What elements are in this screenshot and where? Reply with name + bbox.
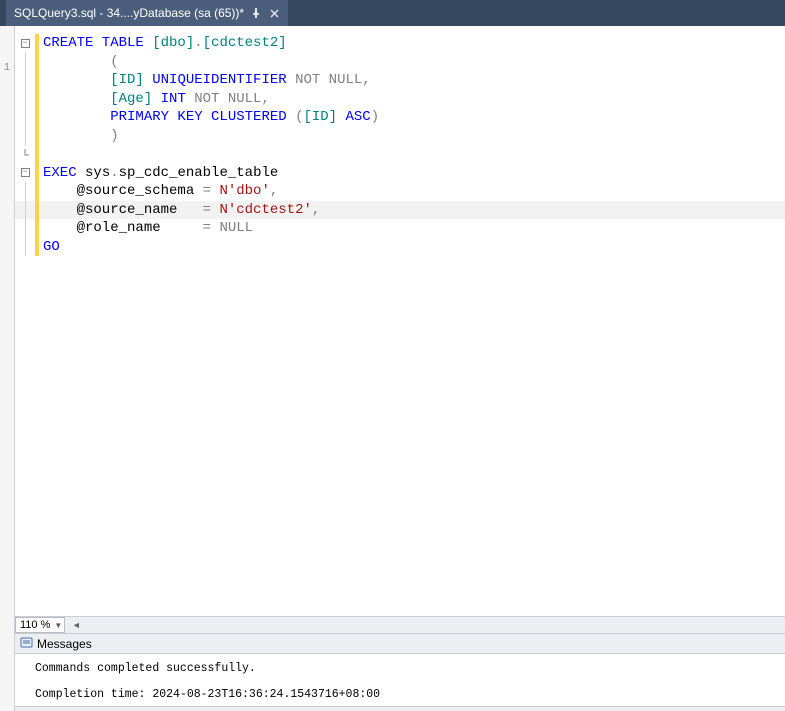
- code-line[interactable]: @role_name = NULL: [15, 219, 785, 238]
- gutter-marker: 1: [4, 62, 10, 73]
- code-line[interactable]: (: [15, 53, 785, 72]
- status-strip: [15, 706, 785, 711]
- code-text: EXEC sys.sp_cdc_enable_table: [39, 164, 278, 183]
- zoom-select[interactable]: 110 % ▼: [15, 617, 65, 633]
- code-text: ): [39, 127, 119, 146]
- fold-gutter[interactable]: [15, 71, 35, 90]
- code-text: [Age] INT NOT NULL,: [39, 90, 270, 109]
- code-line[interactable]: [Age] INT NOT NULL,: [15, 90, 785, 109]
- code-text: @source_schema = N'dbo',: [39, 182, 278, 201]
- code-text: @source_name = N'cdctest2',: [39, 201, 320, 220]
- fold-gutter[interactable]: [15, 149, 35, 159]
- messages-tab[interactable]: Messages: [15, 634, 785, 654]
- modification-indicator: [35, 145, 39, 164]
- chevron-down-icon: ▼: [54, 621, 62, 630]
- zoom-bar: 110 % ▼ ◄: [15, 616, 785, 634]
- code-line[interactable]: ): [15, 127, 785, 146]
- code-line[interactable]: GO: [15, 238, 785, 257]
- code-text: GO: [39, 238, 60, 257]
- code-line[interactable]: @source_schema = N'dbo',: [15, 182, 785, 201]
- code-line[interactable]: −EXEC sys.sp_cdc_enable_table: [15, 164, 785, 183]
- messages-tab-label: Messages: [37, 637, 92, 651]
- code-text: (: [39, 53, 119, 72]
- tab-title: SQLQuery3.sql - 34....yDatabase (sa (65)…: [14, 6, 244, 20]
- code-text: [ID] UNIQUEIDENTIFIER NOT NULL,: [39, 71, 371, 90]
- zoom-value: 110 %: [20, 619, 50, 631]
- editor-tab[interactable]: SQLQuery3.sql - 34....yDatabase (sa (65)…: [6, 0, 288, 26]
- code-text: @role_name = NULL: [39, 219, 253, 238]
- code-line[interactable]: [ID] UNIQUEIDENTIFIER NOT NULL,: [15, 71, 785, 90]
- fold-gutter[interactable]: [15, 126, 35, 145]
- code-line[interactable]: [15, 145, 785, 164]
- code-text: CREATE TABLE [dbo].[cdctest2]: [39, 34, 287, 53]
- message-line: Completion time: 2024-08-23T16:36:24.154…: [35, 686, 785, 704]
- scroll-left-icon[interactable]: ◄: [69, 618, 83, 632]
- fold-gutter[interactable]: −: [15, 168, 35, 177]
- fold-gutter[interactable]: [15, 200, 35, 219]
- tab-bar: SQLQuery3.sql - 34....yDatabase (sa (65)…: [0, 0, 785, 26]
- close-icon[interactable]: [268, 7, 280, 19]
- fold-gutter[interactable]: −: [15, 39, 35, 48]
- code-line[interactable]: −CREATE TABLE [dbo].[cdctest2]: [15, 34, 785, 53]
- fold-gutter[interactable]: [15, 108, 35, 127]
- fold-toggle-icon[interactable]: −: [21, 39, 30, 48]
- breakpoint-gutter[interactable]: 1: [0, 26, 15, 711]
- code-text: PRIMARY KEY CLUSTERED ([ID] ASC): [39, 108, 379, 127]
- sql-editor[interactable]: −CREATE TABLE [dbo].[cdctest2] ( [ID] UN…: [15, 26, 785, 616]
- fold-toggle-icon[interactable]: −: [21, 168, 30, 177]
- messages-icon: [19, 637, 33, 651]
- fold-gutter[interactable]: [15, 219, 35, 238]
- code-line[interactable]: PRIMARY KEY CLUSTERED ([ID] ASC): [15, 108, 785, 127]
- code-line[interactable]: @source_name = N'cdctest2',: [15, 201, 785, 220]
- horizontal-scrollbar[interactable]: ◄: [69, 618, 785, 632]
- pin-icon[interactable]: [250, 7, 262, 19]
- messages-panel[interactable]: Commands completed successfully. Complet…: [15, 654, 785, 706]
- fold-gutter[interactable]: [15, 52, 35, 71]
- fold-gutter[interactable]: [15, 89, 35, 108]
- fold-gutter[interactable]: [15, 182, 35, 201]
- fold-gutter[interactable]: [15, 237, 35, 256]
- message-line: Commands completed successfully.: [35, 660, 785, 678]
